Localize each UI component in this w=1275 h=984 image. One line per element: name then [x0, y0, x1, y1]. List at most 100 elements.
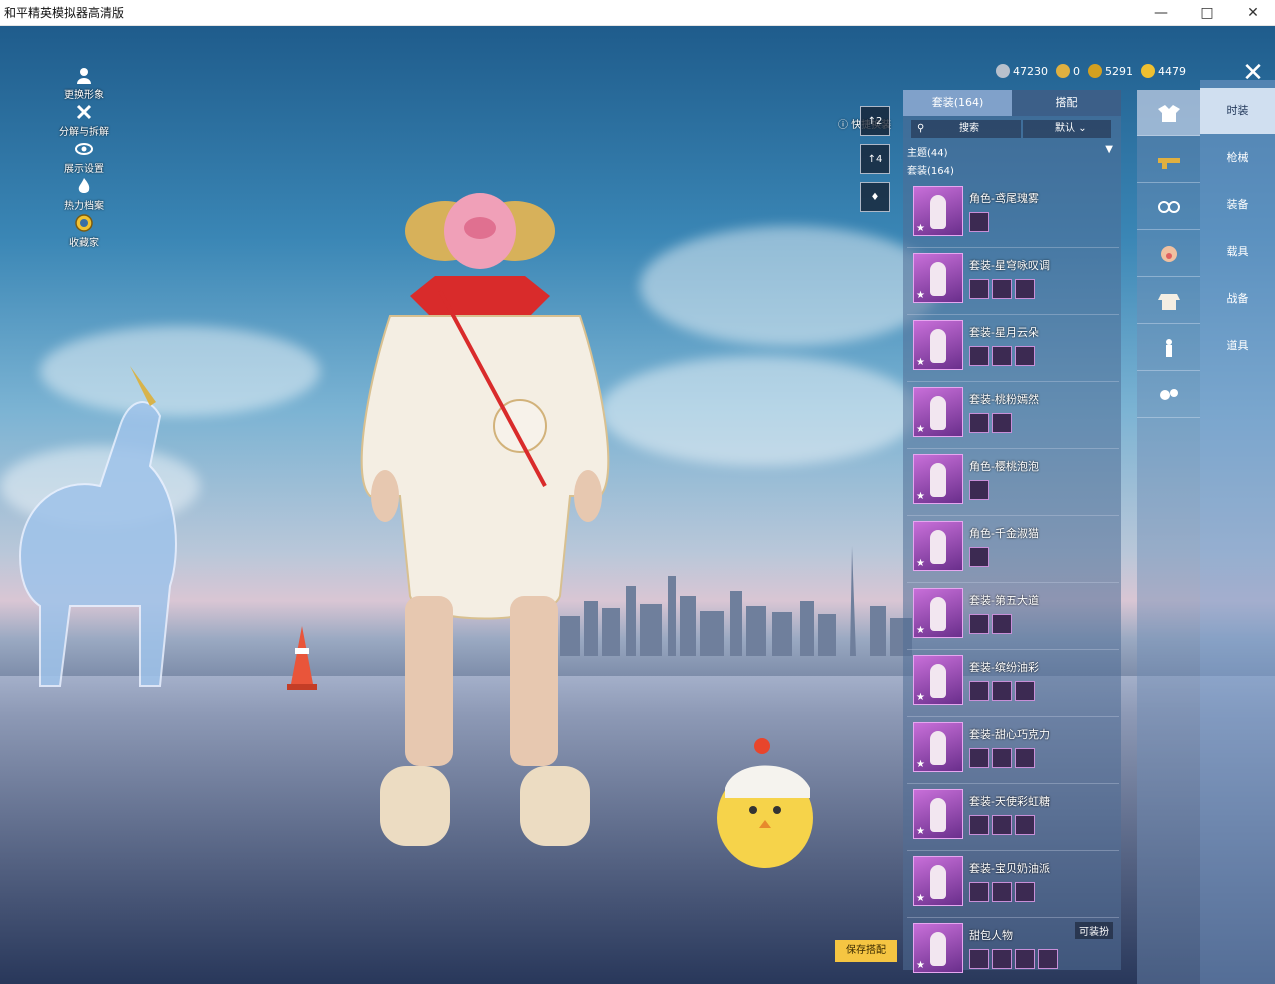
quick-slot-4[interactable]: ↑ 4	[860, 144, 890, 174]
outfit-item[interactable]: ★ 套装-天使彩虹糖	[907, 785, 1119, 851]
star-icon: ★	[916, 223, 925, 234]
outfit-item[interactable]: ★ 套装-星穹咏叹调	[907, 249, 1119, 315]
weapon-category-icon[interactable]	[1137, 137, 1200, 183]
quick-slot-2[interactable]: ↑ 2	[860, 106, 890, 136]
outfit-parts	[969, 614, 1012, 634]
nav-item[interactable]: 枪械	[1200, 135, 1275, 181]
outfit-part-icon[interactable]	[992, 346, 1012, 366]
theme-filter[interactable]: 主题(44) ▼	[907, 144, 1117, 160]
currency-value: 4479	[1158, 64, 1186, 78]
outfit-part-icon[interactable]	[969, 748, 989, 768]
collector-button[interactable]: 收藏家	[56, 214, 112, 249]
outfit-part-icon[interactable]	[992, 614, 1012, 634]
outfit-part-icon[interactable]	[1015, 346, 1035, 366]
outfit-thumbnail: ★	[913, 923, 963, 973]
outfit-part-icon[interactable]	[969, 413, 989, 433]
outfit-item[interactable]: ★ 套装-甜心巧克力	[907, 718, 1119, 784]
nav-item[interactable]: 装备	[1200, 182, 1275, 228]
outfit-part-icon[interactable]	[969, 815, 989, 835]
character-figure-icon	[930, 597, 946, 631]
outfit-part-icon[interactable]	[1015, 748, 1035, 768]
maximize-button[interactable]: □	[1184, 0, 1230, 26]
outfit-name: 套装-星月云朵	[969, 326, 1039, 339]
nav-item[interactable]: 时装	[1200, 88, 1275, 134]
tab-match[interactable]: 搭配	[1012, 90, 1121, 116]
display-settings-button[interactable]: 展示设置	[56, 140, 112, 175]
currency-value: 0	[1073, 64, 1080, 78]
outfit-part-icon[interactable]	[1015, 815, 1035, 835]
outfit-item[interactable]: ★ 角色-千金淑猫	[907, 517, 1119, 583]
outfit-parts	[969, 882, 1035, 902]
outfit-part-icon[interactable]	[1015, 681, 1035, 701]
search-input[interactable]: ⚲ 搜索	[911, 120, 1021, 138]
change-appearance-button[interactable]: 更换形象	[56, 66, 112, 101]
heat-profile-button[interactable]: 热力档案	[56, 177, 112, 212]
outfit-item[interactable]: ★ 角色-鸢尾瑰雾	[907, 182, 1119, 248]
outfit-part-icon[interactable]	[1015, 949, 1035, 969]
game-scene: 更换形象 分解与拆解 展示设置 热力档案 收藏家 47230 0 5291 44…	[0, 26, 1275, 984]
outfit-part-icon[interactable]	[969, 614, 989, 634]
nav-item[interactable]: 道具	[1200, 323, 1275, 369]
outfit-part-icon[interactable]	[969, 346, 989, 366]
fashion-category-icon[interactable]	[1137, 90, 1200, 136]
outfit-item[interactable]: ★ 套装-宝贝奶油派	[907, 852, 1119, 918]
nav-item[interactable]: 载具	[1200, 229, 1275, 275]
currency-points: 4479	[1141, 64, 1186, 78]
suit-count: 套装(164)	[907, 166, 954, 177]
outfit-item[interactable]: ★ 套装-缤纷油彩	[907, 651, 1119, 717]
outfit-item[interactable]: ★ 套装-第五大道	[907, 584, 1119, 650]
save-outfit-button[interactable]: 保存搭配	[835, 940, 897, 962]
chick-pet	[717, 738, 813, 868]
chevron-down-icon: ⌄	[1078, 123, 1087, 134]
badge-coin-icon	[1056, 64, 1070, 78]
outfit-tabs: 套装(164) 搭配	[903, 90, 1121, 116]
outfit-part-icon[interactable]	[992, 279, 1012, 299]
outfit-part-icon[interactable]	[992, 748, 1012, 768]
emote-category-icon[interactable]	[1137, 372, 1200, 418]
outfit-list: ★ 角色-鸢尾瑰雾 ★ 套装-星穹咏叹调 ★ 套装-星月云朵 ★ 套装-桃粉嫣然 ★ 角色-樱桃泡…	[907, 182, 1121, 984]
outfit-part-icon[interactable]	[992, 949, 1012, 969]
outfit-part-icon[interactable]	[1015, 279, 1035, 299]
outfit-category-icon[interactable]	[1137, 278, 1200, 324]
outfit-part-icon[interactable]	[969, 480, 989, 500]
outfit-part-icon[interactable]	[969, 882, 989, 902]
star-icon: ★	[916, 558, 925, 569]
outfit-name: 套装-桃粉嫣然	[969, 393, 1039, 406]
outfit-part-icon[interactable]	[992, 882, 1012, 902]
outfit-part-icon[interactable]	[992, 815, 1012, 835]
outfit-item[interactable]: ★ 套装-星月云朵	[907, 316, 1119, 382]
outfit-item[interactable]: ★ 套装-桃粉嫣然	[907, 383, 1119, 449]
star-icon: ★	[916, 625, 925, 636]
outfit-part-icon[interactable]	[969, 681, 989, 701]
minimize-button[interactable]: —	[1138, 0, 1184, 26]
category-icon-column	[1137, 90, 1200, 984]
outfit-name: 角色-鸢尾瑰雾	[969, 192, 1039, 205]
outfit-name: 甜包人物	[969, 929, 1013, 942]
sort-dropdown[interactable]: 默认 ⌄	[1023, 120, 1111, 138]
outfit-part-icon[interactable]	[1015, 882, 1035, 902]
outfit-part-icon[interactable]	[969, 949, 989, 969]
outfit-part-icon[interactable]	[969, 547, 989, 567]
tab-suits[interactable]: 套装(164)	[903, 90, 1012, 116]
nav-item[interactable]: 战备	[1200, 276, 1275, 322]
outfit-part-icon[interactable]	[992, 681, 1012, 701]
mask-category-icon[interactable]	[1137, 231, 1200, 277]
outfit-part-icon[interactable]	[1038, 949, 1058, 969]
goggles-category-icon[interactable]	[1137, 184, 1200, 230]
outfit-part-icon[interactable]	[969, 279, 989, 299]
outfit-part-icon[interactable]	[969, 212, 989, 232]
currency-gold: 5291	[1088, 64, 1133, 78]
character-figure-icon	[930, 262, 946, 296]
dismantle-button[interactable]: 分解与拆解	[56, 103, 112, 138]
player-character	[360, 193, 610, 846]
outfit-item[interactable]: ★ 角色-樱桃泡泡	[907, 450, 1119, 516]
star-icon: ★	[916, 692, 925, 703]
character-figure-icon	[930, 329, 946, 363]
figure-category-icon[interactable]	[1137, 325, 1200, 371]
diamond-slot[interactable]: ♦	[860, 182, 890, 212]
eye-icon	[75, 143, 93, 155]
outfit-part-icon[interactable]	[992, 413, 1012, 433]
window-close-button[interactable]: ✕	[1230, 0, 1275, 26]
character-figure-icon	[930, 865, 946, 899]
character-figure-icon	[930, 798, 946, 832]
